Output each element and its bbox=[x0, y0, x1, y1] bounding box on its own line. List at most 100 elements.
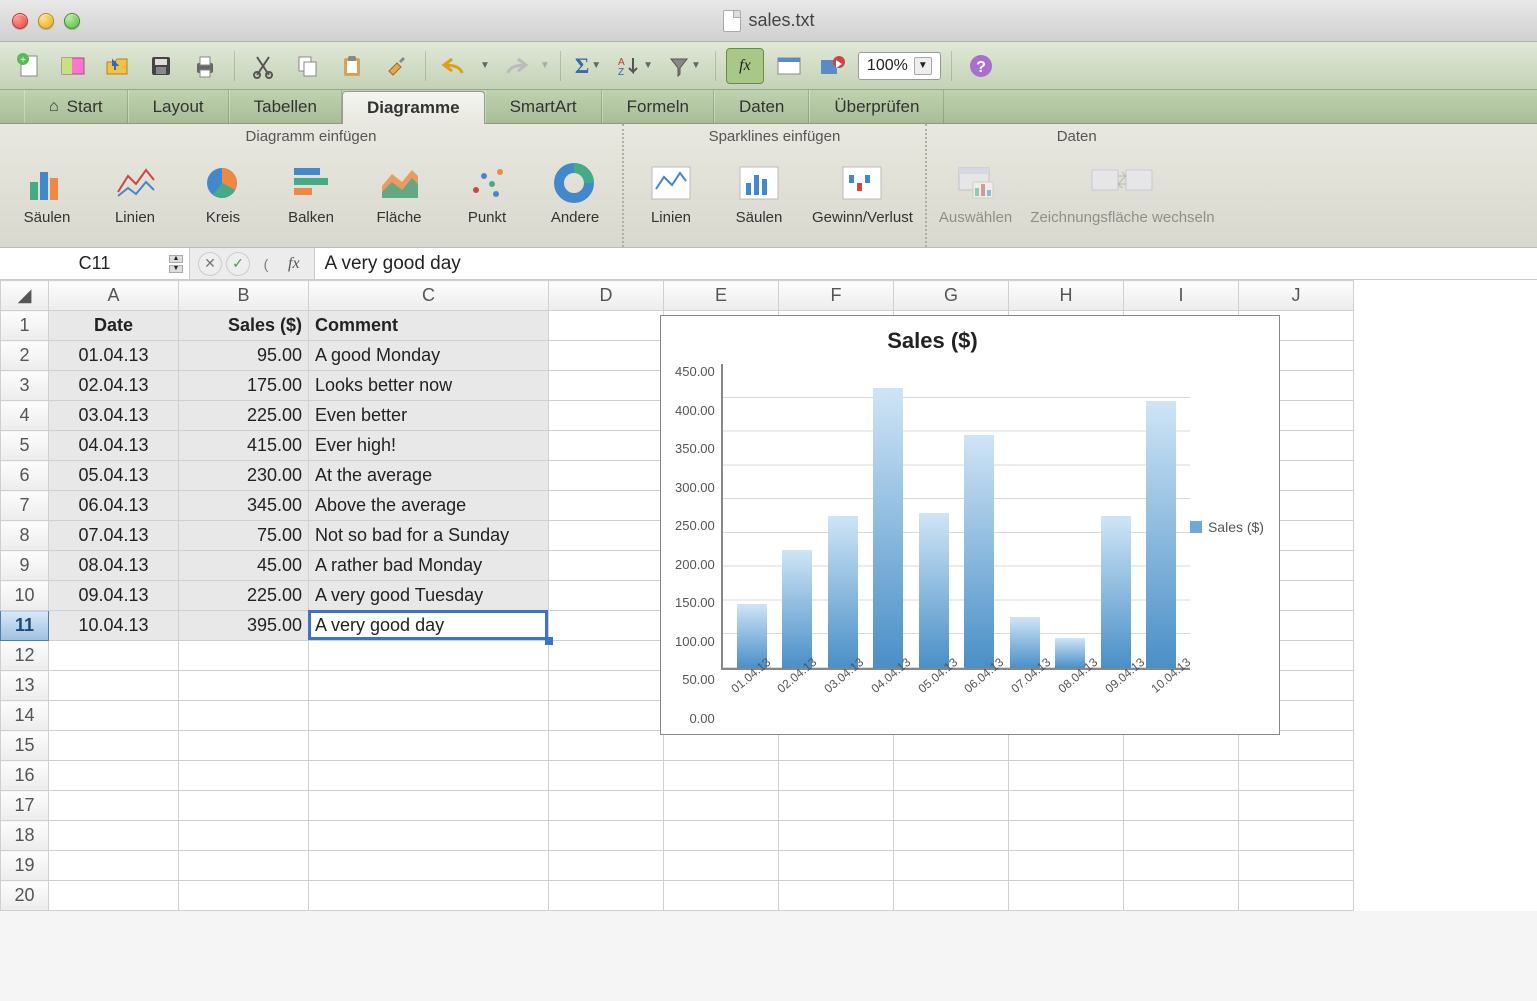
cell[interactable] bbox=[1009, 881, 1124, 911]
cell[interactable]: Looks better now bbox=[309, 371, 549, 401]
cell[interactable]: A rather bad Monday bbox=[309, 551, 549, 581]
cell[interactable] bbox=[1124, 851, 1239, 881]
cell[interactable]: A good Monday bbox=[309, 341, 549, 371]
cell[interactable] bbox=[664, 821, 779, 851]
cell[interactable] bbox=[49, 671, 179, 701]
cell[interactable] bbox=[49, 761, 179, 791]
row-header[interactable]: 10 bbox=[1, 581, 49, 611]
cell[interactable] bbox=[179, 701, 309, 731]
cell[interactable]: 07.04.13 bbox=[49, 521, 179, 551]
paste-button[interactable] bbox=[333, 48, 371, 84]
column-header[interactable]: G bbox=[894, 281, 1009, 311]
help-button[interactable]: ? bbox=[962, 48, 1000, 84]
cell[interactable] bbox=[549, 791, 664, 821]
chart-type-andere[interactable]: Andere bbox=[540, 163, 610, 226]
cell[interactable] bbox=[549, 521, 664, 551]
row-header[interactable]: 19 bbox=[1, 851, 49, 881]
cell[interactable]: 415.00 bbox=[179, 431, 309, 461]
cell[interactable] bbox=[179, 641, 309, 671]
column-header[interactable]: E bbox=[664, 281, 779, 311]
cell[interactable] bbox=[1009, 791, 1124, 821]
cell[interactable] bbox=[779, 791, 894, 821]
undo-dropdown-icon[interactable]: ▼ bbox=[480, 60, 490, 71]
cell[interactable] bbox=[549, 551, 664, 581]
cell[interactable] bbox=[1239, 761, 1354, 791]
redo-button[interactable] bbox=[496, 48, 534, 84]
format-painter-button[interactable] bbox=[377, 48, 415, 84]
column-header[interactable]: A bbox=[49, 281, 179, 311]
cell[interactable] bbox=[309, 701, 549, 731]
cell[interactable] bbox=[1124, 761, 1239, 791]
ribbon-tab-start[interactable]: ⌂Start bbox=[24, 90, 128, 123]
fx-toggle-button[interactable]: fx bbox=[726, 48, 764, 84]
cell[interactable] bbox=[1009, 761, 1124, 791]
cell[interactable] bbox=[549, 581, 664, 611]
chevron-up-icon[interactable]: ▲ bbox=[169, 255, 183, 263]
cell[interactable] bbox=[1239, 731, 1354, 761]
templates-button[interactable] bbox=[54, 48, 92, 84]
ribbon-tab-formeln[interactable]: Formeln bbox=[602, 90, 714, 123]
cell[interactable] bbox=[1124, 821, 1239, 851]
chart-type-säulen[interactable]: Säulen bbox=[12, 163, 82, 226]
chart-bar[interactable] bbox=[919, 513, 949, 668]
cell[interactable]: 395.00 bbox=[179, 611, 309, 641]
cell[interactable]: Not so bad for a Sunday bbox=[309, 521, 549, 551]
cell[interactable] bbox=[49, 881, 179, 911]
cell[interactable] bbox=[549, 431, 664, 461]
cell[interactable] bbox=[664, 851, 779, 881]
row-header[interactable]: 4 bbox=[1, 401, 49, 431]
row-header[interactable]: 8 bbox=[1, 521, 49, 551]
cell[interactable] bbox=[1124, 731, 1239, 761]
cell[interactable]: Even better bbox=[309, 401, 549, 431]
cell[interactable] bbox=[779, 731, 894, 761]
filter-button[interactable]: ▼ bbox=[663, 48, 705, 84]
cell[interactable]: Sales ($) bbox=[179, 311, 309, 341]
column-header[interactable]: C bbox=[309, 281, 549, 311]
new-doc-button[interactable]: + bbox=[10, 48, 48, 84]
cell[interactable]: 04.04.13 bbox=[49, 431, 179, 461]
cell[interactable]: Comment bbox=[309, 311, 549, 341]
column-header[interactable]: D bbox=[549, 281, 664, 311]
show-toolbox-button[interactable] bbox=[770, 48, 808, 84]
cell[interactable] bbox=[894, 821, 1009, 851]
cell[interactable] bbox=[894, 761, 1009, 791]
row-header[interactable]: 18 bbox=[1, 821, 49, 851]
cell[interactable]: 175.00 bbox=[179, 371, 309, 401]
sparkline-linien[interactable]: Linien bbox=[636, 163, 706, 226]
column-header[interactable]: I bbox=[1124, 281, 1239, 311]
cell[interactable] bbox=[1124, 881, 1239, 911]
cell[interactable] bbox=[1124, 791, 1239, 821]
cell[interactable]: 09.04.13 bbox=[49, 581, 179, 611]
cell[interactable]: 06.04.13 bbox=[49, 491, 179, 521]
cell[interactable]: 01.04.13 bbox=[49, 341, 179, 371]
cell[interactable] bbox=[1009, 731, 1124, 761]
cell[interactable]: 08.04.13 bbox=[49, 551, 179, 581]
name-box[interactable]: C11 ▲ ▼ bbox=[0, 248, 190, 279]
accept-formula-button[interactable]: ✓ bbox=[226, 252, 250, 276]
ribbon-tab-smartart[interactable]: SmartArt bbox=[485, 90, 602, 123]
cell[interactable] bbox=[179, 791, 309, 821]
column-header[interactable]: F bbox=[779, 281, 894, 311]
cell[interactable] bbox=[309, 731, 549, 761]
cell[interactable] bbox=[549, 881, 664, 911]
cell[interactable] bbox=[549, 611, 664, 641]
cell[interactable] bbox=[894, 791, 1009, 821]
chart-bar[interactable] bbox=[964, 435, 994, 668]
cell[interactable] bbox=[179, 851, 309, 881]
row-header[interactable]: 20 bbox=[1, 881, 49, 911]
cell[interactable] bbox=[1009, 821, 1124, 851]
redo-dropdown-icon[interactable]: ▼ bbox=[540, 60, 550, 71]
row-header[interactable]: 13 bbox=[1, 671, 49, 701]
column-header[interactable]: J bbox=[1239, 281, 1354, 311]
minimize-window-button[interactable] bbox=[38, 13, 54, 29]
cell[interactable] bbox=[179, 671, 309, 701]
ribbon-tab-diagramme[interactable]: Diagramme bbox=[342, 91, 485, 124]
sparkline-gewinn-verlust[interactable]: Gewinn/Verlust bbox=[812, 163, 913, 226]
row-header[interactable]: 9 bbox=[1, 551, 49, 581]
cell[interactable] bbox=[894, 851, 1009, 881]
row-header[interactable]: 5 bbox=[1, 431, 49, 461]
cell[interactable] bbox=[664, 731, 779, 761]
chart-type-punkt[interactable]: Punkt bbox=[452, 163, 522, 226]
cell[interactable] bbox=[549, 461, 664, 491]
cell[interactable] bbox=[49, 701, 179, 731]
